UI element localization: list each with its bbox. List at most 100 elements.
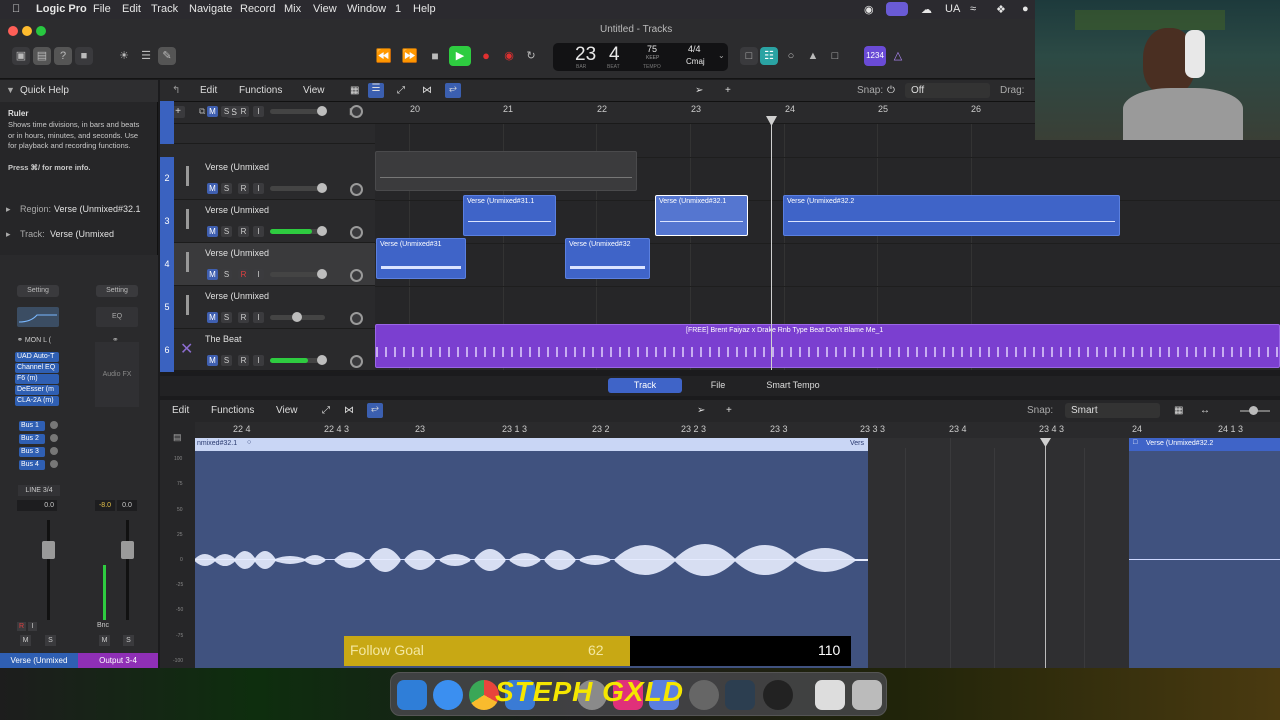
track-name[interactable]: The Beat [205,334,242,344]
audio-region[interactable]: Verse (Unmixed#31 [376,238,466,279]
send-knob[interactable] [50,447,58,455]
power-icon[interactable]: ⏻ [887,85,895,96]
disclosure-down-icon[interactable]: ▼ [6,85,15,95]
eq-thumbnail-right[interactable]: EQ [96,307,138,327]
editor-view-menu[interactable]: View [276,405,298,416]
playhead[interactable] [771,124,772,370]
track-name[interactable]: Verse (Unmixed [205,248,269,258]
record-enable-button[interactable]: R [238,226,249,237]
lcd-time-signature[interactable]: 4/4 [688,44,701,54]
pencil-tool-icon[interactable]: + [726,405,732,416]
volume-slider[interactable] [270,183,327,193]
finder-icon[interactable] [397,680,427,710]
track-header-3[interactable]: 3 Verse (Unmixed M S R I [160,200,375,243]
volume-slider[interactable] [270,312,325,322]
menu-1[interactable]: 1 [395,3,401,15]
menu-view[interactable]: View [313,3,337,15]
pointer-tool-icon[interactable]: ➢ [697,405,705,416]
menu-track[interactable]: Track [151,3,178,15]
track-name[interactable]: Verse (Unmixed [205,162,269,172]
record-enable-button[interactable]: R [238,269,249,280]
editor-edit-menu[interactable]: Edit [172,405,189,416]
logic-pro-icon[interactable] [689,680,719,710]
inspector-icon[interactable]: ▤ [33,47,51,65]
menu-record[interactable]: Record [240,3,275,15]
pointer-tool-icon[interactable]: ➢ [695,85,703,96]
replace-icon[interactable]: ◉ [500,47,518,65]
trash-icon[interactable] [852,680,882,710]
record-enable-button[interactable]: R [17,622,26,631]
tab-track[interactable]: Track [608,378,682,393]
cycle-icon[interactable]: ↻ [522,47,540,65]
pan-readout-right[interactable]: 0.0 [117,500,137,511]
lcd-key[interactable]: Cmaj [686,57,705,66]
track-name[interactable]: Verse (Unmixed [205,291,269,301]
pan-knob[interactable] [350,312,363,325]
mute-button[interactable]: M [207,269,218,280]
plugin-slot[interactable]: Channel EQ [15,363,59,373]
menu-mix[interactable]: Mix [284,3,301,15]
metronome-icon[interactable]: ▲ [804,47,822,65]
play-button[interactable]: ▶ [449,46,471,66]
mute-button[interactable]: M [207,106,218,117]
mute-button[interactable]: M [207,355,218,366]
editor-ruler[interactable]: 22 4 22 4 3 23 23 1 3 23 2 23 2 3 23 3 2… [195,422,1280,438]
solo-button[interactable]: S [123,635,134,646]
audio-region[interactable]: Verse (Unmixed#32.2 [783,195,1120,236]
catch-icon[interactable]: ⥂ [367,403,383,418]
zoom-knob[interactable] [1249,406,1258,415]
input-source[interactable]: UA [945,3,960,15]
region-icon[interactable]: ▤ [173,432,182,443]
fader-left[interactable] [42,541,55,559]
send-slot[interactable]: Bus 3 [19,447,45,457]
stop-icon[interactable]: ■ [426,47,444,65]
vertical-zoom-icon[interactable]: ↔ [1200,405,1210,416]
region-header[interactable]: □ Verse (Unmixed#32.2 [1129,438,1280,451]
metronome-toggle-icon[interactable]: △ [889,47,907,65]
volume-knob[interactable] [317,226,327,236]
track-value[interactable]: Verse (Unmixed [50,229,150,239]
solo-button[interactable]: S [221,226,232,237]
editors-icon[interactable]: ✎ [158,47,176,65]
control-center-icon[interactable]: ◉ [864,3,874,16]
wifi-icon[interactable]: ≈ [970,3,976,15]
rewind-icon[interactable]: ⏪ [375,47,393,65]
track-header-5[interactable]: 5 Verse (Unmixed M S R I [160,286,375,329]
back-icon[interactable]: ↰ [172,85,180,96]
smart-controls-icon[interactable]: ☀ [115,47,133,65]
music-icon[interactable] [815,680,845,710]
snap-select[interactable]: Off [905,83,990,98]
disclosure-right-icon[interactable]: ▸ [6,229,11,240]
track-header-1[interactable]: M S R I [160,101,375,144]
pan-knob[interactable] [350,226,363,239]
apple-icon[interactable]:  [12,3,20,15]
audio-region[interactable]: Verse (Unmixed#31.1 [463,195,556,236]
cloud-icon[interactable]: ☁ [921,3,932,16]
plugin-slot[interactable]: UAD Auto-T [15,352,59,362]
setting-button-left[interactable]: Setting [17,285,59,297]
lcd-display[interactable]: 23 4 BAR BEAT 75 KEEP TEMPO 4/4 Cmaj ⌄ [553,43,728,71]
quick-help-header[interactable]: ▼ Quick Help [0,80,158,102]
record-button[interactable]: ● [477,47,495,65]
menu-file[interactable]: File [93,3,111,15]
region-value[interactable]: Verse (Unmixed#32.1 [54,204,154,214]
mute-button[interactable]: M [207,312,218,323]
count-in-button[interactable]: 1234 [864,46,886,66]
lcd-chevron-icon[interactable]: ⌄ [718,51,725,60]
send-slot[interactable]: Bus 2 [19,434,45,444]
solo-button[interactable]: S [221,183,232,194]
pan-knob[interactable] [350,269,363,282]
close-button[interactable] [8,26,18,36]
menu-navigate[interactable]: Navigate [189,3,232,15]
send-knob[interactable] [50,421,58,429]
send-knob[interactable] [50,434,58,442]
input-monitor-button[interactable]: I [253,269,264,280]
flex-icon[interactable]: ⋈ [422,85,432,96]
volume-knob[interactable] [292,312,302,322]
audio-region-selected[interactable]: Verse (Unmixed#32.1 [655,195,748,236]
volume-readout-right[interactable]: -8.0 [95,500,115,511]
track-name[interactable]: Verse (Unmixed [205,205,269,215]
mute-button[interactable]: M [207,226,218,237]
waveform-zoom-icon[interactable]: ▦ [1174,405,1183,416]
volume-slider[interactable] [270,226,327,236]
